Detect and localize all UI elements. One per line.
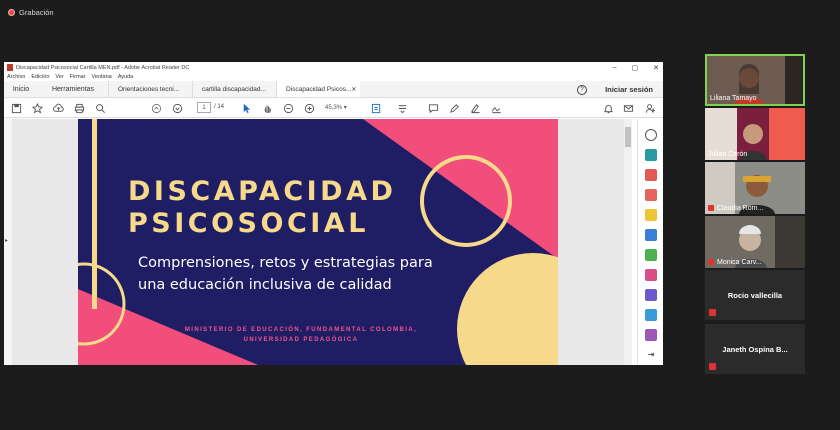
fill-sign-icon[interactable]	[645, 269, 657, 281]
menu-edicion[interactable]: Edición	[31, 74, 49, 80]
zoom-out-icon[interactable]	[282, 102, 294, 114]
signin-button[interactable]: Iniciar sesión	[605, 85, 653, 94]
tab-tools[interactable]: Herramientas	[38, 81, 108, 97]
slide-org-line1: MINISTERIO DE EDUCACIÓN, FUNDAMENTAL COL…	[184, 327, 418, 333]
slide-yellow-bar	[92, 119, 97, 309]
draw-pen-icon[interactable]	[469, 102, 481, 114]
collapse-pane-icon[interactable]: ⇥	[645, 349, 657, 361]
tab-bar-right: ? Iniciar sesión	[577, 81, 653, 98]
pdf-page-slide: DISCAPACIDAD PSICOSOCIAL Comprensiones, …	[78, 119, 558, 365]
tab-home[interactable]: Inicio	[4, 81, 38, 97]
close-tab-icon[interactable]: ✕	[351, 86, 356, 93]
participant-name: Monica Carv...	[708, 259, 762, 266]
window-controls: – ▢ ✕	[613, 62, 659, 73]
upload-cloud-icon[interactable]	[52, 102, 64, 114]
participant-name-text: Monica Carv...	[717, 259, 762, 266]
participant-name: Rocio vallecilla	[727, 291, 783, 300]
toolbar: 1 / 14 45,3% ▾	[4, 98, 663, 118]
recording-label: Grabación	[19, 7, 54, 17]
participant-tile-janeth[interactable]: Janeth Ospina B...	[705, 324, 805, 374]
combine-files-icon[interactable]	[645, 229, 657, 241]
organize-pages-icon[interactable]	[645, 249, 657, 261]
vertical-scrollbar[interactable]	[624, 119, 632, 365]
menu-ver[interactable]: Ver	[55, 74, 63, 80]
export-pdf-icon[interactable]	[645, 149, 657, 161]
window-title: Discapacidad Psicosocial Cartilla MEN.pd…	[16, 64, 190, 71]
save-icon[interactable]	[10, 102, 22, 114]
menu-bar: Archivo Edición Ver Firmar Ventana Ayuda	[4, 73, 663, 81]
minimize-button[interactable]: –	[613, 64, 617, 71]
doc-tab-cartilla[interactable]: cartilla discapacidad...	[192, 81, 276, 97]
participant-tile-rocio[interactable]: Rocio vallecilla	[705, 270, 805, 320]
comment-tool-icon[interactable]	[645, 209, 657, 221]
tab-bar: Inicio Herramientas Orientaciones tecni.…	[4, 81, 663, 98]
search-icon[interactable]	[94, 102, 106, 114]
participant-name: Julian Cerón	[708, 151, 748, 158]
more-tools-icon[interactable]	[645, 329, 657, 341]
recording-indicator: Grabación	[8, 6, 54, 18]
doc-tab-discapacidad[interactable]: Discapacidad Psicos... ✕	[276, 81, 360, 97]
scroll-mode-icon[interactable]	[396, 102, 408, 114]
chevron-down-icon: ▾	[343, 105, 347, 111]
menu-archivo[interactable]: Archivo	[7, 74, 25, 80]
maximize-button[interactable]: ▢	[632, 64, 639, 72]
page-number-input[interactable]: 1	[197, 102, 211, 113]
slide-org-line2: UNIVERSIDAD PEDAGÓGICA	[243, 337, 359, 343]
comment-icon[interactable]	[427, 102, 439, 114]
mic-muted-icon	[708, 259, 714, 266]
left-panel-toggle[interactable]: ▸	[4, 119, 12, 365]
print-icon[interactable]	[73, 102, 85, 114]
zoom-in-icon[interactable]	[303, 102, 315, 114]
menu-ventana[interactable]: Ventana	[92, 74, 112, 80]
sign-icon[interactable]	[490, 102, 502, 114]
edit-pdf-icon[interactable]	[645, 169, 657, 181]
add-user-icon[interactable]	[644, 102, 656, 114]
zoom-value: 45,3%	[325, 105, 343, 111]
doc-tab-label: Discapacidad Psicos...	[286, 85, 352, 93]
zoom-tool-icon[interactable]	[645, 129, 657, 141]
slide-title-line2: PSICOSOCIAL	[128, 208, 369, 239]
participant-tile-liliana[interactable]: Liliana Tamayo	[705, 54, 805, 106]
hand-tool-icon[interactable]	[261, 102, 273, 114]
bell-icon[interactable]	[602, 102, 614, 114]
right-tools-pane: ⇥	[637, 119, 663, 365]
optimize-pdf-icon[interactable]	[645, 309, 657, 321]
highlight-pen-icon[interactable]	[448, 102, 460, 114]
slide-title-line1: DISCAPACIDAD	[128, 176, 397, 207]
pdf-app-icon	[7, 64, 13, 71]
acrobat-window: Discapacidad Psicosocial Cartilla MEN.pd…	[4, 62, 663, 365]
select-cursor-icon[interactable]	[240, 102, 252, 114]
create-pdf-icon[interactable]	[645, 189, 657, 201]
page-total: / 14	[214, 104, 225, 110]
record-icon	[8, 8, 15, 16]
next-page-icon[interactable]	[171, 102, 183, 114]
participant-name-text: Claudia Rom...	[717, 205, 764, 212]
participant-tile-julian[interactable]: Julian Cerón	[705, 108, 805, 160]
participant-tile-monica[interactable]: Monica Carv...	[705, 216, 805, 268]
help-icon[interactable]: ?	[577, 84, 588, 95]
participant-name: Claudia Rom...	[708, 205, 763, 212]
title-bar: Discapacidad Psicosocial Cartilla MEN.pd…	[4, 62, 663, 73]
share-email-icon[interactable]	[622, 102, 634, 114]
close-window-button[interactable]: ✕	[653, 64, 659, 72]
slide-subtitle: Comprensiones, retos y estrategias para …	[138, 255, 433, 293]
participant-name: Janeth Ospina B...	[722, 345, 788, 354]
scrollbar-thumb[interactable]	[625, 127, 631, 147]
expand-left-icon: ▸	[5, 238, 9, 244]
slide-yellow-disc	[457, 253, 558, 365]
bookmark-star-icon[interactable]	[31, 102, 43, 114]
participant-name: Liliana Tamayo	[710, 95, 757, 102]
zoom-level[interactable]: 45,3% ▾	[325, 103, 355, 113]
page-fit-icon[interactable]	[370, 102, 382, 114]
protect-shield-icon[interactable]	[645, 289, 657, 301]
participant-tile-claudia[interactable]: Claudia Rom...	[705, 162, 805, 214]
mic-muted-icon	[708, 205, 714, 212]
mic-muted-icon	[709, 309, 716, 316]
prev-page-icon[interactable]	[150, 102, 162, 114]
mic-muted-icon	[709, 363, 716, 370]
doc-tab-orientaciones[interactable]: Orientaciones tecni...	[108, 81, 192, 97]
menu-firmar[interactable]: Firmar	[70, 74, 86, 80]
menu-ayuda[interactable]: Ayuda	[118, 74, 134, 80]
